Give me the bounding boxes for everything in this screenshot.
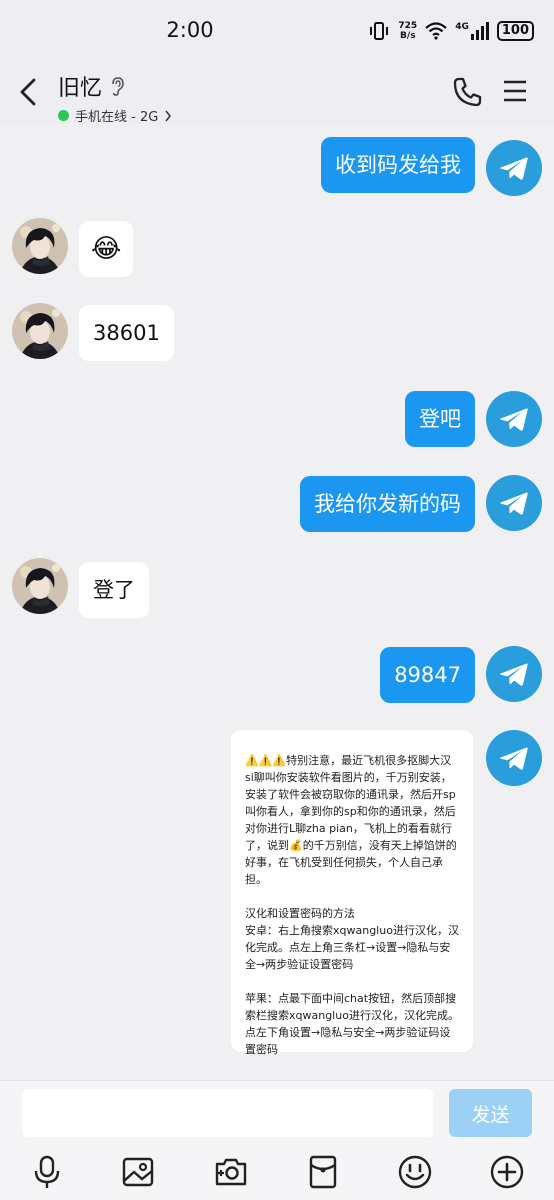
- message-input[interactable]: [22, 1089, 433, 1137]
- telegram-icon: [497, 657, 531, 691]
- notice-paragraph: 汉化和设置密码的方法 安卓：右上角搜索xqwangluo进行汉化，汉化完成。点左…: [245, 907, 459, 971]
- message-bubble-incoming[interactable]: 😂: [79, 221, 134, 277]
- camera-icon[interactable]: [213, 1154, 249, 1190]
- phone-call-icon[interactable]: [452, 76, 482, 108]
- message-bubble-incoming[interactable]: 38601: [79, 305, 174, 361]
- menu-icon[interactable]: [502, 78, 528, 104]
- online-status-dot: [58, 110, 69, 121]
- message-bubble-outgoing[interactable]: 我给你发新的码: [300, 476, 475, 532]
- avatar-image: [12, 558, 68, 614]
- message-bubble-outgoing[interactable]: 登吧: [405, 391, 475, 447]
- telegram-icon: [497, 741, 531, 775]
- chat-title-area[interactable]: 旧忆 手机在线 - 2G: [58, 70, 172, 125]
- telegram-avatar[interactable]: [486, 646, 542, 702]
- wifi-icon: [425, 22, 447, 40]
- status-icons: 725 B/s 4G 100: [368, 17, 534, 45]
- message-bubble-incoming[interactable]: 登了: [79, 562, 149, 618]
- telegram-avatar[interactable]: [486, 140, 542, 196]
- emoji-icon[interactable]: [397, 1154, 433, 1190]
- contact-avatar[interactable]: [12, 218, 68, 274]
- contact-avatar[interactable]: [12, 558, 68, 614]
- telegram-avatar[interactable]: [486, 730, 542, 786]
- online-status-text: 手机在线 - 2G: [75, 110, 159, 125]
- message-bubble-outgoing[interactable]: 89847: [380, 647, 475, 703]
- telegram-avatar[interactable]: [486, 391, 542, 447]
- input-bar: 发送: [0, 1080, 554, 1200]
- contact-avatar[interactable]: [12, 303, 68, 359]
- notice-paragraph: 苹果：点最下面中间chat按钮，然后顶部搜索栏搜索xqwangluo进行汉化，汉…: [245, 992, 459, 1056]
- red-packet-icon[interactable]: [305, 1154, 341, 1190]
- notice-paragraph: ⚠️⚠️⚠️特别注意，最近飞机很多抠脚大汉si聊叫你安装软件看图片的，千万别安装…: [245, 754, 457, 886]
- microphone-icon[interactable]: [29, 1154, 65, 1190]
- status-bar: 2:00 725 B/s 4G 100: [0, 0, 554, 60]
- image-icon[interactable]: [120, 1154, 156, 1190]
- battery-icon: 100: [496, 21, 534, 41]
- telegram-avatar[interactable]: [486, 475, 542, 531]
- chat-header: 旧忆 手机在线 - 2G: [0, 60, 554, 125]
- vibrate-icon: [370, 22, 389, 40]
- telegram-icon: [497, 402, 531, 436]
- status-time: 2:00: [166, 18, 214, 42]
- plus-icon[interactable]: [489, 1154, 525, 1190]
- avatar-image: [12, 218, 68, 274]
- telegram-icon: [497, 486, 531, 520]
- send-button[interactable]: 发送: [449, 1089, 532, 1137]
- message-list[interactable]: 收到码发给我 😂 38601 登吧 我给你发新的码 登了 89847 ⚠️⚠️⚠…: [0, 124, 554, 1080]
- chevron-right-icon: [165, 110, 172, 121]
- avatar-image: [12, 303, 68, 359]
- chat-title: 旧忆: [58, 76, 103, 101]
- message-bubble-outgoing[interactable]: 收到码发给我: [321, 137, 475, 193]
- net-speed: 725 B/s: [398, 21, 418, 41]
- back-icon[interactable]: [14, 74, 44, 110]
- notice-message-card[interactable]: ⚠️⚠️⚠️特别注意，最近飞机很多抠脚大汉si聊叫你安装软件看图片的，千万别安装…: [231, 730, 473, 1056]
- telegram-icon: [497, 151, 531, 185]
- ear-icon: [112, 77, 124, 96]
- signal-icon: 4G: [455, 22, 489, 40]
